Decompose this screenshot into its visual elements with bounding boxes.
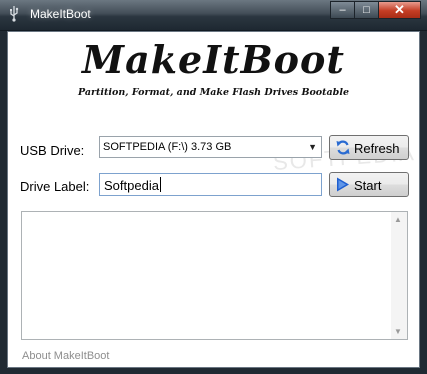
output-log-textarea[interactable]: ▲ ▼	[21, 211, 408, 340]
usb-drive-label: USB Drive:	[20, 143, 85, 158]
main-panel: MakeItBoot Partition, Format, and Make F…	[7, 31, 420, 368]
usb-icon	[10, 6, 19, 22]
play-icon	[337, 177, 349, 192]
close-button[interactable]: ✕	[378, 1, 421, 19]
app-tagline: Partition, Format, and Make Flash Drives…	[78, 87, 349, 98]
text-caret	[160, 177, 161, 192]
refresh-icon	[336, 140, 350, 155]
vertical-scrollbar[interactable]: ▲ ▼	[391, 212, 407, 339]
about-link[interactable]: About MakeItBoot	[22, 350, 109, 362]
drive-label-label: Drive Label:	[20, 179, 90, 194]
scroll-up-arrow-icon[interactable]: ▲	[394, 215, 402, 224]
maximize-button[interactable]: □	[354, 1, 379, 19]
window-title: MakeItBoot	[30, 7, 91, 21]
title-bar[interactable]: MakeItBoot – □ ✕	[0, 0, 427, 31]
usb-drive-select[interactable]: SOFTPEDIA (F:\) 3.73 GB ▼	[99, 136, 322, 158]
window-controls: – □ ✕	[330, 1, 421, 19]
drive-label-input-value: Softpedia	[104, 178, 159, 193]
minimize-button[interactable]: –	[330, 1, 355, 19]
chevron-down-icon[interactable]: ▼	[308, 142, 317, 152]
start-button-label: Start	[354, 178, 382, 193]
usb-drive-selected-value: SOFTPEDIA (F:\) 3.73 GB	[103, 141, 232, 153]
refresh-button-label: Refresh	[354, 141, 400, 156]
app-logo: MakeItBoot	[82, 37, 345, 82]
drive-label-input[interactable]: Softpedia	[99, 173, 322, 196]
start-button[interactable]: Start	[329, 172, 409, 197]
refresh-button[interactable]: Refresh	[329, 135, 409, 160]
scroll-down-arrow-icon[interactable]: ▼	[394, 327, 402, 336]
